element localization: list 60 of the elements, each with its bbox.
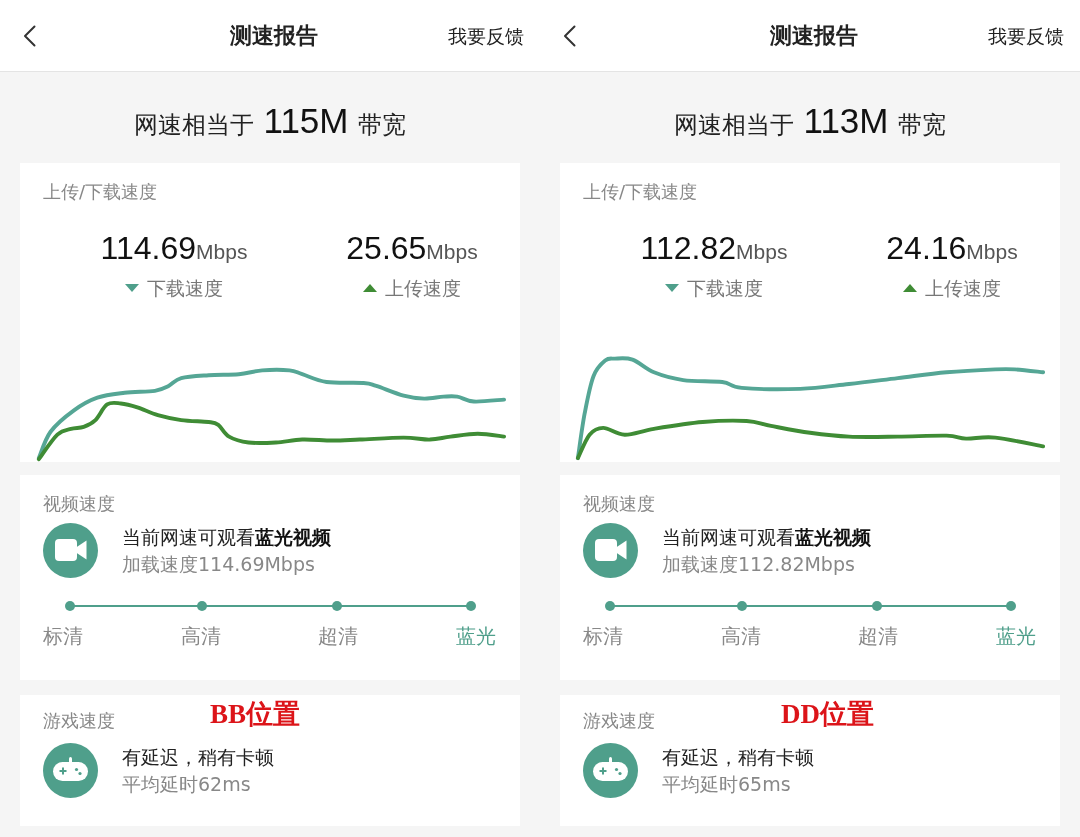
quality-label: 蓝光 (995, 624, 1036, 648)
bandwidth-label: 网速相当于 (133, 110, 254, 141)
latency-status-text: 有延迟，稍有卡顿 (122, 744, 274, 770)
video-quality-text: 当前网速可观看蓝光视频 (662, 524, 871, 550)
video-camera-icon (43, 523, 98, 578)
quality-label: 标清 (43, 624, 83, 648)
quality-label: 标清 (583, 624, 623, 648)
annotation-label: BB位置 (210, 698, 301, 730)
card-title: 上传/下载速度 (583, 181, 698, 203)
speed-label: 上传速度 (925, 276, 1001, 300)
quality-label: 超清 (318, 624, 359, 648)
bandwidth-label: 网速相当于 (673, 110, 794, 141)
quality-label: 高清 (720, 624, 761, 648)
latency-status-text: 有延迟，稍有卡顿 (662, 744, 814, 770)
screen-title: 测速报告 (769, 21, 858, 50)
card-title: 上传/下载速度 (43, 181, 158, 203)
step-dot-icon (196, 601, 207, 611)
up-triangle-icon (903, 284, 917, 292)
video-quality-text: 当前网速可观看蓝光视频 (122, 524, 331, 550)
bandwidth-value: 115M (263, 102, 349, 140)
quality-label: 超清 (858, 624, 899, 648)
average-latency-text: 平均延时65ms (662, 771, 791, 797)
load-speed-text: 加载速度114.69Mbps (122, 551, 315, 577)
speed-label: 下载速度 (147, 276, 223, 300)
feedback-link[interactable]: 我要反馈 (448, 22, 524, 49)
back-icon[interactable] (563, 24, 576, 47)
step-dot-icon (872, 601, 883, 611)
annotation-label: DD位置 (781, 698, 874, 730)
card-title: 游戏速度 (43, 710, 115, 732)
speed-value: 114.69Mbps (100, 230, 248, 268)
step-dot-icon (736, 601, 747, 611)
step-dot-icon (465, 601, 476, 611)
speed-label: 上传速度 (385, 276, 461, 300)
average-latency-text: 平均延时62ms (122, 771, 251, 797)
back-icon[interactable] (23, 24, 36, 47)
video-camera-icon (583, 523, 638, 578)
gamepad-icon (583, 743, 638, 798)
down-triangle-icon (665, 284, 679, 292)
speed-value: 25.65Mbps (346, 230, 478, 268)
speed-value: 112.82Mbps (640, 230, 788, 268)
speed-value: 24.16Mbps (886, 230, 1018, 268)
quality-label: 高清 (180, 624, 221, 648)
speed-label: 下载速度 (687, 276, 763, 300)
screen-title: 测速报告 (229, 21, 318, 50)
step-dot-icon (332, 601, 343, 611)
up-triangle-icon (363, 284, 377, 292)
card-title: 视频速度 (583, 493, 655, 515)
down-triangle-icon (125, 284, 139, 292)
step-dot-icon (65, 601, 75, 611)
card-title: 视频速度 (43, 493, 115, 515)
bandwidth-unit: 带宽 (898, 110, 947, 141)
feedback-link[interactable]: 我要反馈 (988, 22, 1064, 49)
bandwidth-unit: 带宽 (358, 110, 407, 141)
card-title: 游戏速度 (583, 710, 655, 732)
load-speed-text: 加载速度112.82Mbps (662, 551, 855, 577)
quality-label: 蓝光 (455, 624, 496, 648)
bandwidth-value: 113M (803, 102, 889, 140)
gamepad-icon (43, 743, 98, 798)
step-dot-icon (1005, 601, 1016, 611)
step-dot-icon (605, 601, 615, 611)
